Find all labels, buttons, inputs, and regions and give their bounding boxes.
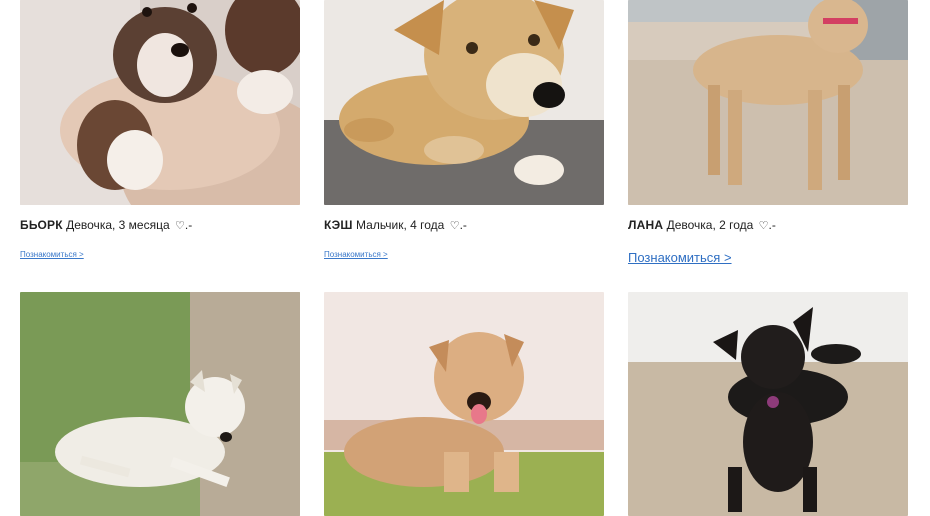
dog-photo-white[interactable] xyxy=(20,292,300,516)
dog-name: ЛАНА xyxy=(628,218,664,232)
dog-name: КЭШ xyxy=(324,218,353,232)
dog-caption-bjork: БЬОРК Девочка, 3 месяца ♡.- xyxy=(20,218,310,232)
dog-info: Девочка, 2 года xyxy=(666,218,754,232)
dog-photo-lana[interactable] xyxy=(628,0,908,205)
dog-info: Девочка, 3 месяца xyxy=(66,218,170,232)
heart-icon[interactable]: ♡ xyxy=(759,219,769,232)
meet-link-bjork[interactable]: Познакомиться > xyxy=(20,250,84,259)
heart-icon[interactable]: ♡ xyxy=(450,219,460,232)
dog-caption-lana: ЛАНА Девочка, 2 года ♡.- xyxy=(628,218,918,232)
meet-link-kesh[interactable]: Познакомиться > xyxy=(324,250,388,259)
dog-photo-black[interactable] xyxy=(628,292,908,516)
heart-icon[interactable]: ♡ xyxy=(175,219,185,232)
caption-suffix: .- xyxy=(459,218,467,232)
dog-photo-kesh[interactable] xyxy=(324,0,604,205)
dog-info: Мальчик, 4 года xyxy=(356,218,445,232)
caption-suffix: .- xyxy=(184,218,193,232)
dog-photo-bjork[interactable] xyxy=(20,0,300,205)
caption-suffix: .- xyxy=(768,218,776,232)
dog-photo-puppy[interactable] xyxy=(324,292,604,516)
dog-caption-kesh: КЭШ Мальчик, 4 года ♡.- xyxy=(324,218,614,232)
dog-name: БЬОРК xyxy=(20,218,63,232)
meet-link-lana[interactable]: Познакомиться > xyxy=(628,250,732,265)
